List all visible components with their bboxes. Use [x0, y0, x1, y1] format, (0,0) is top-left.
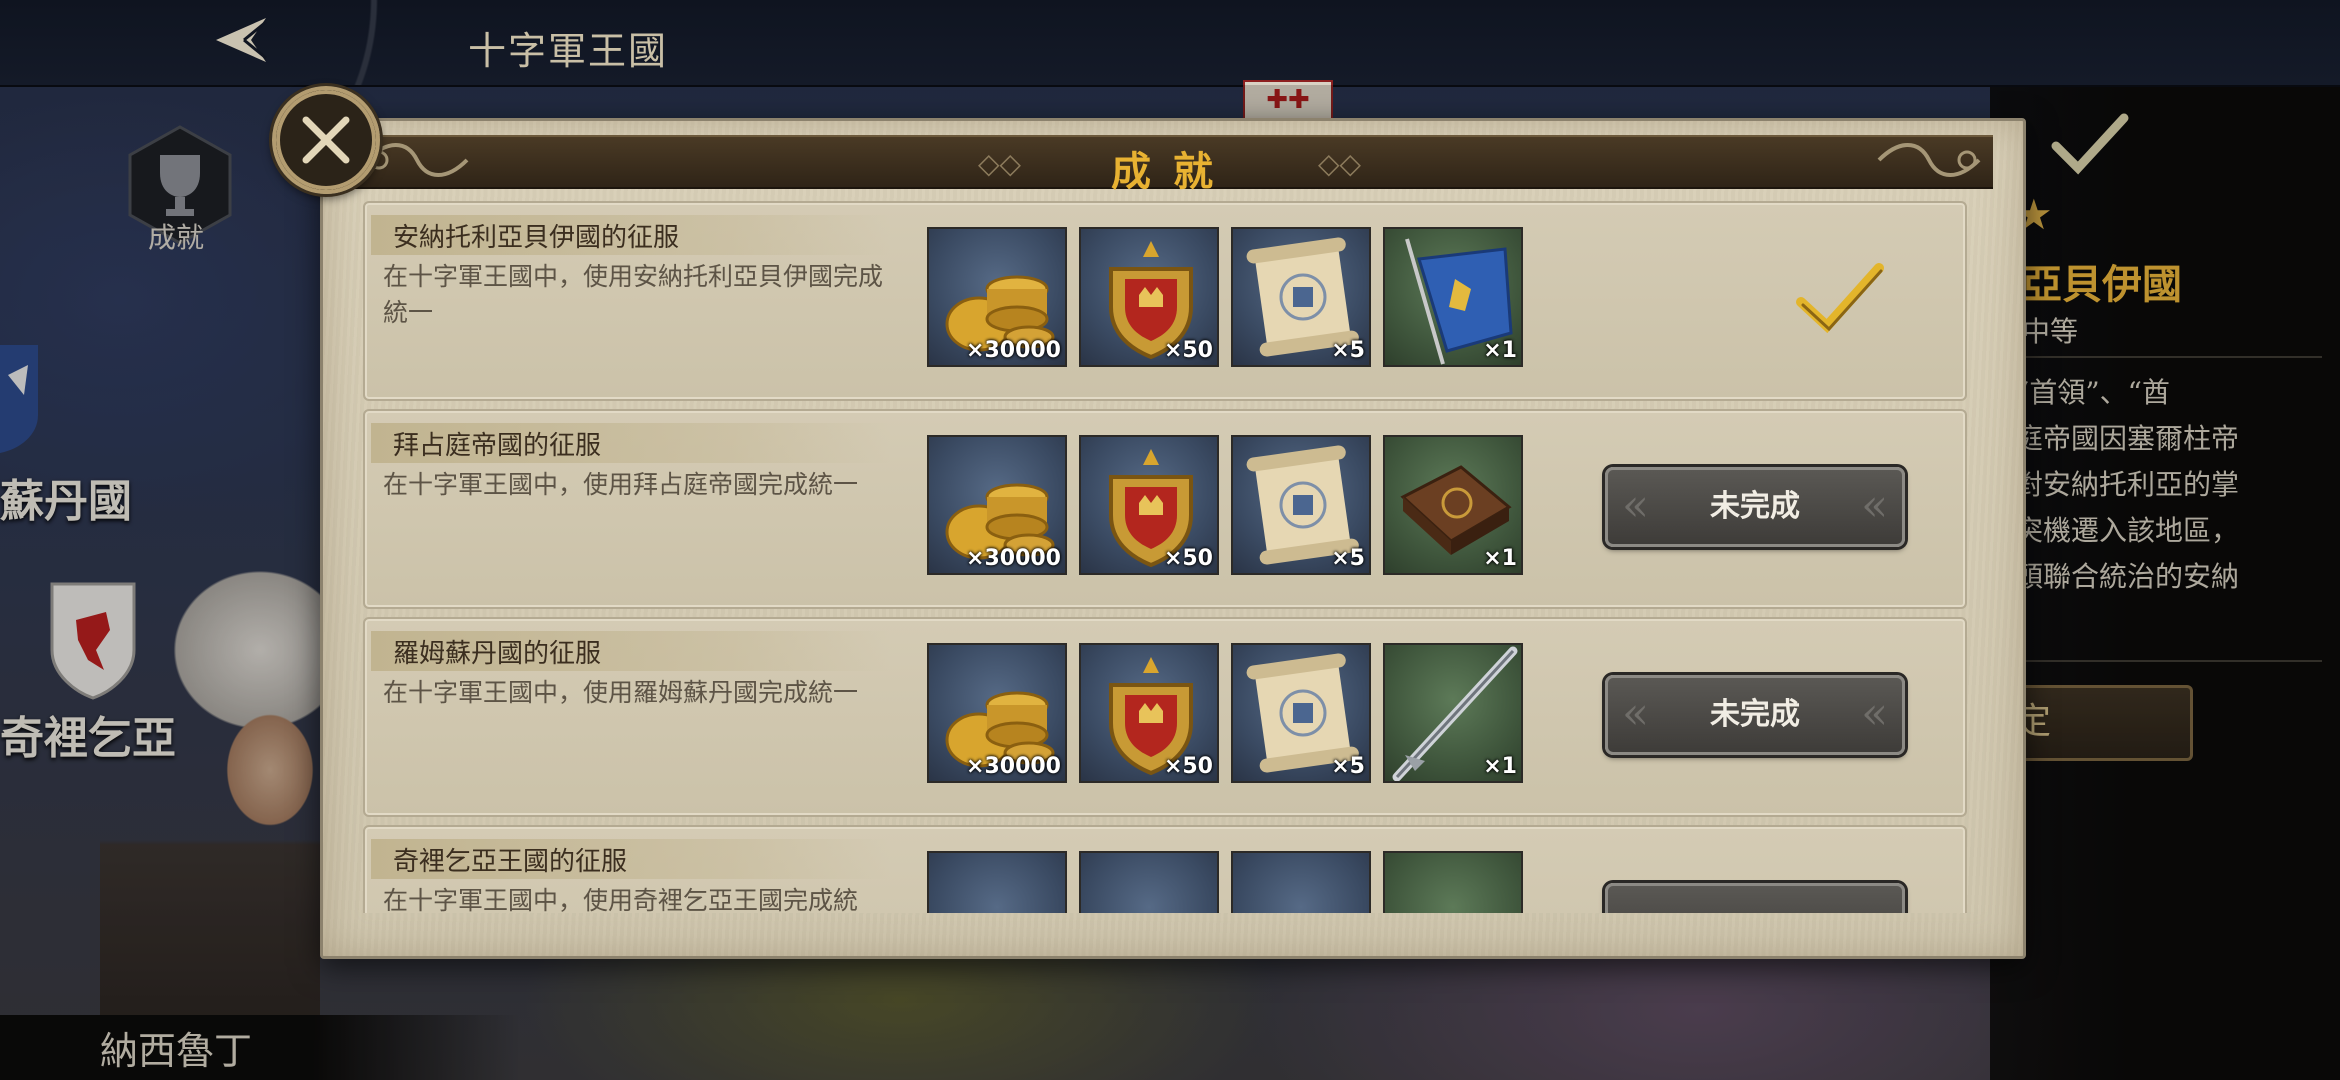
achievement-description: 在十字軍王國中，使用奇裡乞亞王國完成統	[383, 886, 859, 913]
close-icon[interactable]	[272, 86, 380, 194]
reward-count: ×5	[1331, 546, 1365, 571]
achievement-list[interactable]: 安納托利亞貝伊國的征服 在十字軍王國中，使用安納托利亞貝伊國完成統一 ×3000…	[363, 201, 1983, 913]
achievement-title: 安納托利亞貝伊國的征服	[393, 223, 680, 253]
back-arrow-icon[interactable]	[196, 10, 276, 70]
reward-count: ×1	[1483, 546, 1517, 571]
top-bar: 十字軍王國	[0, 0, 2340, 87]
reward-crest[interactable]: ×50	[1079, 227, 1219, 367]
reward-count: ×1	[1483, 338, 1517, 363]
reward-count: ×5	[1331, 754, 1365, 779]
reward-count: ×30000	[966, 754, 1061, 779]
reward-gold-coins[interactable]: ×30000	[927, 435, 1067, 575]
achievement-description: 在十字軍王國中，使用拜占庭帝國完成統一	[383, 470, 859, 499]
reward-count: ×50	[1163, 754, 1213, 779]
reward-lance[interactable]: ×1	[1383, 643, 1523, 783]
reward-count: ×30000	[966, 338, 1061, 363]
reward-count: ×30000	[966, 546, 1061, 571]
reward-count: ×50	[1163, 546, 1213, 571]
kingdom-title: 十字軍王國	[468, 29, 669, 73]
chevron-right-icon: «	[1861, 688, 1888, 739]
reward-gold-coins[interactable]	[927, 851, 1067, 913]
reward-banner[interactable]: ×1	[1383, 227, 1523, 367]
top-ornament	[140, 0, 440, 85]
reward-gold-coins[interactable]: ×30000	[927, 643, 1067, 783]
reward-scroll[interactable]: ×5	[1231, 643, 1371, 783]
incomplete-status-button[interactable]: « 未完成 «	[1605, 675, 1905, 755]
reward-count: ×5	[1331, 338, 1365, 363]
reward-scroll[interactable]	[1231, 851, 1371, 913]
achievement-description: 在十字軍王國中，使用羅姆蘇丹國完成統一	[383, 678, 859, 707]
incomplete-status-button[interactable]: « 未完成 «	[1605, 467, 1905, 547]
achievement-card: 羅姆蘇丹國的征服 在十字軍王國中，使用羅姆蘇丹國完成統一 ×30000 ×50 …	[363, 617, 1967, 817]
reward-count: ×50	[1163, 338, 1213, 363]
achievement-card: 安納托利亞貝伊國的征服 在十字軍王國中，使用安納托利亞貝伊國完成統一 ×3000…	[363, 201, 1967, 401]
incomplete-status-button[interactable]	[1605, 883, 1905, 913]
completed-check-icon	[1796, 263, 1884, 334]
reward-crest[interactable]: ×50	[1079, 435, 1219, 575]
reward-item[interactable]	[1383, 851, 1523, 913]
chevron-left-icon: «	[1622, 480, 1649, 531]
achievement-title: 奇裡乞亞王國的征服	[393, 847, 628, 877]
reward-crest[interactable]	[1079, 851, 1219, 913]
reward-scroll[interactable]: ×5	[1231, 227, 1371, 367]
modal-title: 成就	[1111, 148, 1235, 195]
achievement-title: 拜占庭帝國的征服	[393, 431, 602, 461]
reward-scroll[interactable]: ×5	[1231, 435, 1371, 575]
chevron-left-icon: «	[1622, 688, 1649, 739]
achievements-modal: ◇◇ ◇◇ 成就 安納托利亞貝伊國的征服 在十字軍王國中，使用安納托利亞貝伊國完…	[320, 118, 2026, 959]
achievement-card: 奇裡乞亞王國的征服 在十字軍王國中，使用奇裡乞亞王國完成統	[363, 825, 1967, 913]
achievement-card: 拜占庭帝國的征服 在十字軍王國中，使用拜占庭帝國完成統一 ×30000 ×50 …	[363, 409, 1967, 609]
incomplete-status-label: 未完成	[1710, 489, 1800, 524]
achievement-description: 在十字軍王國中，使用安納托利亞貝伊國完成統一	[383, 262, 884, 327]
reward-gold-coins[interactable]: ×30000	[927, 227, 1067, 367]
achievement-title: 羅姆蘇丹國的征服	[393, 639, 602, 669]
chevron-right-icon: «	[1861, 480, 1888, 531]
reward-tome[interactable]: ×1	[1383, 435, 1523, 575]
incomplete-status-label: 未完成	[1710, 697, 1800, 732]
reward-crest[interactable]: ×50	[1079, 643, 1219, 783]
reward-count: ×1	[1483, 754, 1517, 779]
